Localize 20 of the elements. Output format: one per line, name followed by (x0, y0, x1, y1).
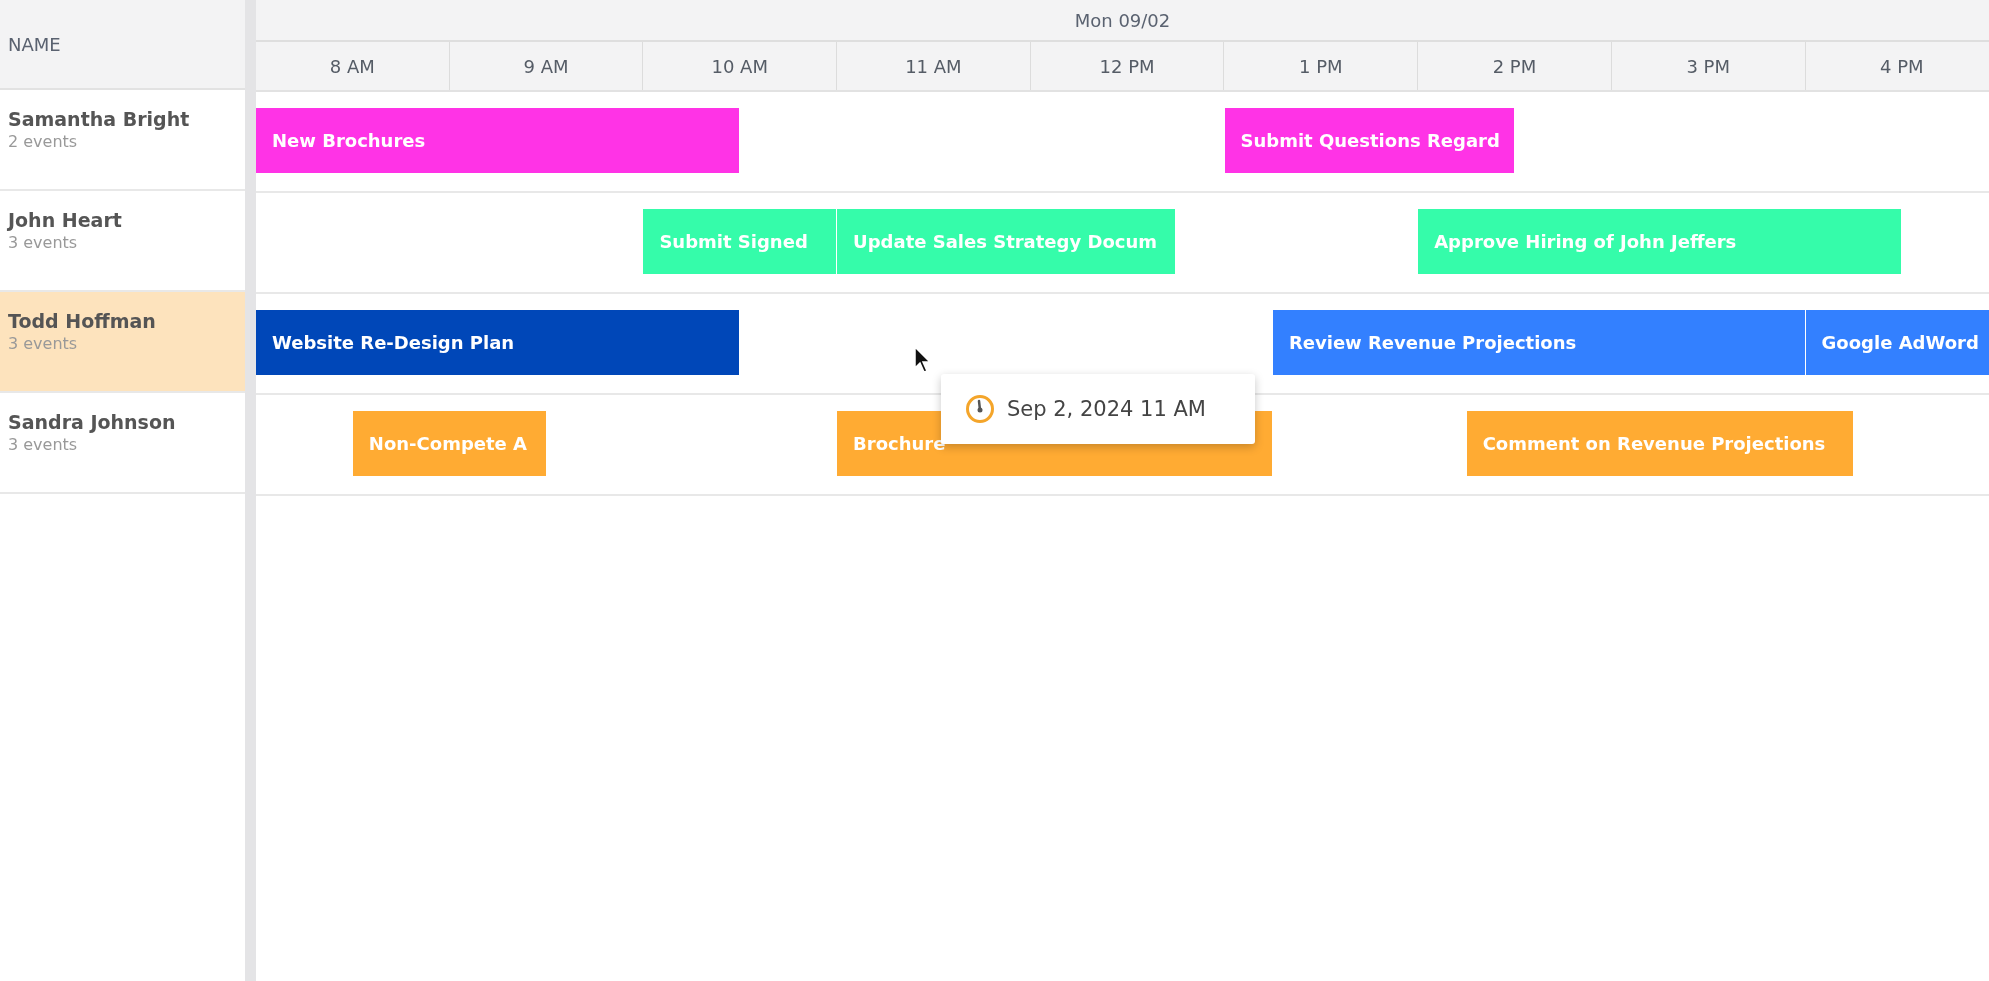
hour-header: 2 PM (1418, 42, 1612, 90)
resource-name: Samantha Bright (8, 108, 191, 130)
hour-header: 4 PM (1805, 42, 1989, 90)
date-header: Mon 09/02 (1074, 9, 1171, 31)
hour-header: 11 AM (837, 42, 1031, 90)
hour-header: 12 PM (1030, 42, 1225, 90)
tooltip-text: Sep 2, 2024 11 AM (1007, 397, 1206, 421)
hour-header: 9 AM (449, 42, 644, 90)
event-count: 2 events (8, 132, 79, 151)
resource-name: Sandra Johnson (8, 411, 177, 433)
resource-name: John Heart (8, 209, 123, 231)
hour-header: 3 PM (1611, 42, 1806, 90)
event-count: 3 events (8, 435, 79, 454)
event-count: 3 events (8, 233, 79, 252)
name-header-label: NAME (8, 33, 61, 55)
event-count: 3 events (8, 334, 79, 353)
hour-header: 1 PM (1224, 42, 1419, 90)
hour-header: 10 AM (643, 42, 838, 90)
hour-header: 8 AM (256, 42, 450, 90)
resource-name: Todd Hoffman (8, 310, 157, 332)
